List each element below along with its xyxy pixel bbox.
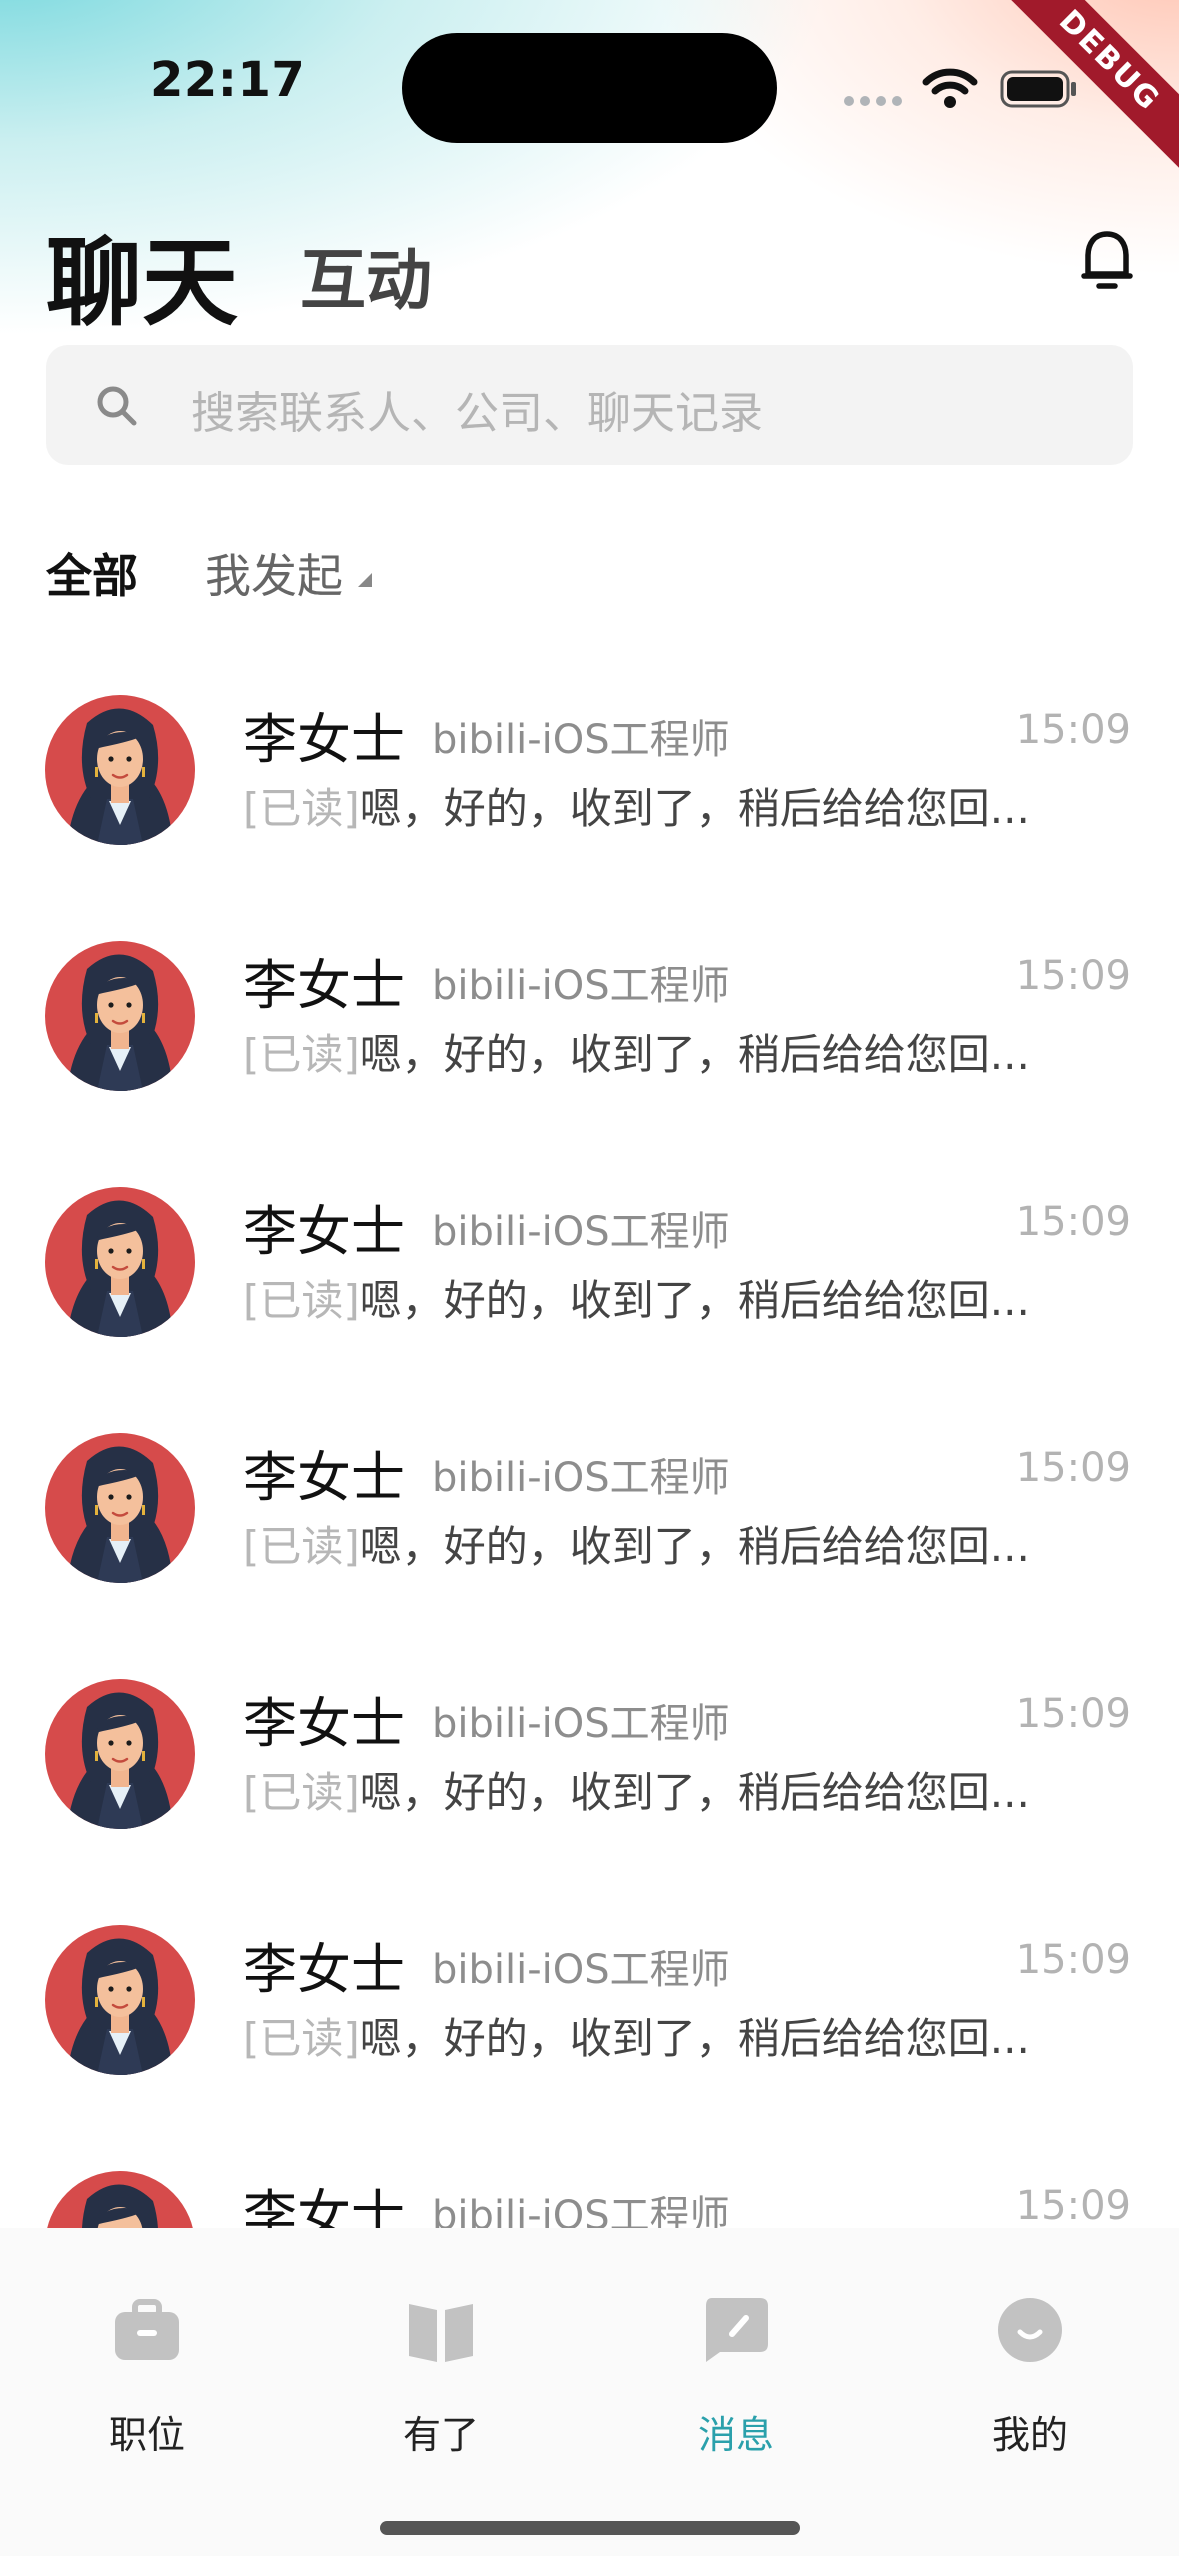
home-indicator [380,2521,800,2535]
tab-label: 我的 [991,2413,1068,2457]
contact-name: 李女士 [243,954,405,1017]
contact-job-title: bibili-iOS工程师 [432,1455,730,1501]
chat-item[interactable]: 李女士 bibili-iOS工程师 15:09 [已读]嗯，好的，收到了，稍后给… [0,695,1179,941]
read-status: [已读] [243,1030,360,1079]
message-time: 15:09 [1015,1937,1131,1983]
woman-avatar-illustration [45,2171,195,2228]
woman-avatar-illustration [45,1187,195,1337]
woman-avatar-illustration [45,1433,195,1583]
bottom-tab-bar: 职位 有了 消息 我的 [0,2228,1179,2556]
message-preview: [已读]嗯，好的，收到了，稍后给给您回... [243,1759,1113,1820]
chat-item[interactable]: 李女士 bibili-iOS工程师 15:09 [已读]嗯，好的，收到了，稍后给… [0,941,1179,1187]
contact-name: 李女士 [243,1938,405,2001]
message-text: 嗯，好的，收到了，稍后给给您回... [359,784,1030,833]
chat-item[interactable]: 李女士 bibili-iOS工程师 15:09 [已读]嗯，好的，收到了，稍后给… [0,1433,1179,1679]
message-text: 嗯，好的，收到了，稍后给给您回... [359,1522,1030,1571]
message-preview: [已读]嗯，好的，收到了，稍后给给您回... [243,1021,1113,1082]
message-time: 15:09 [1015,953,1131,999]
chat-item[interactable]: 李女士 bibili-iOS工程师 15:09 [已读]嗯，好的，收到了，稍后给… [0,1925,1179,2171]
tab-label: 有了 [402,2413,479,2457]
chat-item[interactable]: 李女士 bibili-iOS工程师 15:09 [0,2171,1179,2228]
tab-youle[interactable]: 有了 [351,2296,531,2457]
read-status: [已读] [243,1768,360,1817]
contact-name: 李女士 [243,1692,405,1755]
read-status: [已读] [243,784,360,833]
chat-item[interactable]: 李女士 bibili-iOS工程师 15:09 [已读]嗯，好的，收到了，稍后给… [0,1679,1179,1925]
read-status: [已读] [243,1276,360,1325]
message-time: 15:09 [1015,707,1131,753]
woman-avatar-illustration [45,1679,195,1829]
chat-screen: 22:17 DEBUG 聊天 互动 搜索联系人、公司、聊天记录 全部 我发起 李… [0,0,1179,2556]
tab-messages[interactable]: 消息 [646,2296,826,2457]
message-preview: [已读]嗯，好的，收到了，稍后给给您回... [243,1267,1113,1328]
avatar [45,695,195,845]
avatar [45,1433,195,1583]
contact-job-title: bibili-iOS工程师 [432,963,730,1009]
woman-avatar-illustration [45,695,195,845]
avatar [45,1925,195,2075]
chat-list: 李女士 bibili-iOS工程师 15:09 [已读]嗯，好的，收到了，稍后给… [0,0,1179,2228]
message-text: 嗯，好的，收到了，稍后给给您回... [359,1276,1030,1325]
smile-icon [998,2298,1062,2362]
contact-job-title: bibili-iOS工程师 [432,1209,730,1255]
chat-item[interactable]: 李女士 bibili-iOS工程师 15:09 [已读]嗯，好的，收到了，稍后给… [0,1187,1179,1433]
contact-job-title: bibili-iOS工程师 [432,1701,730,1747]
avatar [45,2171,195,2228]
woman-avatar-illustration [45,1925,195,2075]
avatar [45,1187,195,1337]
tab-mine[interactable]: 我的 [940,2296,1120,2457]
contact-job-title: bibili-iOS工程师 [432,717,730,763]
contact-name: 李女士 [243,708,405,771]
read-status: [已读] [243,2014,360,2063]
tab-jobs[interactable]: 职位 [57,2296,237,2457]
message-time: 15:09 [1015,1691,1131,1737]
message-text: 嗯，好的，收到了，稍后给给您回... [359,2014,1030,2063]
message-time: 15:09 [1015,1199,1131,1245]
contact-name: 李女士 [243,2184,405,2228]
avatar [45,941,195,1091]
message-preview: [已读]嗯，好的，收到了，稍后给给您回... [243,1513,1113,1574]
message-time: 15:09 [1015,1445,1131,1491]
contact-name: 李女士 [243,1200,405,1263]
contact-name: 李女士 [243,1446,405,1509]
message-text: 嗯，好的，收到了，稍后给给您回... [359,1030,1030,1079]
message-text: 嗯，好的，收到了，稍后给给您回... [359,1768,1030,1817]
book-icon [409,2304,473,2362]
tab-label: 消息 [697,2413,774,2457]
briefcase-icon [115,2299,179,2360]
contact-job-title: bibili-iOS工程师 [432,1947,730,1993]
contact-job-title: bibili-iOS工程师 [432,2193,730,2228]
woman-avatar-illustration [45,941,195,1091]
message-time: 15:09 [1015,2183,1131,2228]
read-status: [已读] [243,1522,360,1571]
message-preview: [已读]嗯，好的，收到了，稍后给给您回... [243,775,1113,836]
avatar [45,1679,195,1829]
message-preview: [已读]嗯，好的，收到了，稍后给给您回... [243,2005,1113,2066]
tab-label: 职位 [108,2413,185,2457]
message-icon [706,2298,768,2362]
